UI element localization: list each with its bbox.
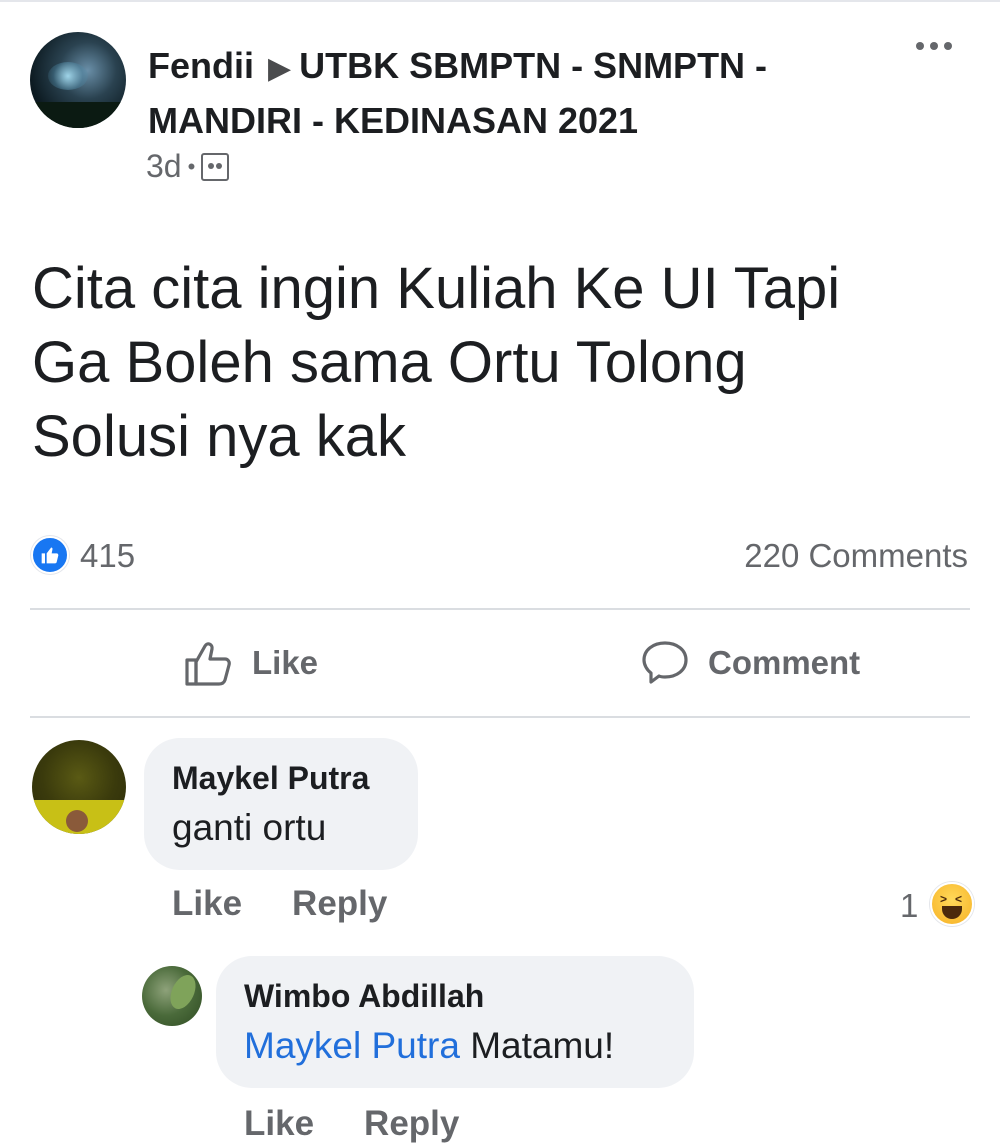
- post-text-line: Cita cita ingin Kuliah Ke UI Tapi: [32, 256, 841, 321]
- divider: [30, 608, 970, 610]
- mention-link[interactable]: Maykel Putra: [244, 1025, 460, 1066]
- like-button-label: Like: [252, 644, 319, 681]
- reply-author-avatar[interactable]: [142, 966, 202, 1026]
- arrow-right-icon: ▶: [268, 52, 292, 85]
- thumbs-up-icon: [185, 642, 231, 686]
- like-button[interactable]: Like: [184, 628, 318, 698]
- reaction-count[interactable]: 415: [80, 536, 135, 576]
- post-header: Fendii ▶ UTBK SBMPTN - SNMPTN - MANDIRI - …: [148, 40, 888, 147]
- comment-text: ganti ortu: [172, 807, 327, 848]
- reply-actions: Like Reply: [244, 1104, 459, 1144]
- dot: [930, 42, 938, 50]
- divider: [30, 716, 970, 718]
- haha-emoji-icon[interactable]: > <: [930, 882, 974, 926]
- reply-author[interactable]: Wimbo Abdillah: [244, 974, 666, 1018]
- like-reaction-icon[interactable]: [31, 536, 69, 574]
- dot: [944, 42, 952, 50]
- comment-bubble: Maykel Putra ganti ortu: [144, 738, 418, 870]
- group-privacy-icon: [201, 152, 230, 181]
- post-text: Cita cita ingin Kuliah Ke UI Tapi Ga Bol…: [32, 252, 952, 474]
- mouth: [942, 906, 962, 919]
- eye: <: [955, 892, 963, 906]
- reply-reply-button[interactable]: Reply: [364, 1104, 459, 1144]
- comment-author[interactable]: Maykel Putra: [172, 756, 390, 800]
- post-time[interactable]: 3d: [146, 148, 182, 185]
- reply-text-body: Matamu!: [470, 1025, 615, 1066]
- avatar-face: [66, 810, 88, 832]
- post-meta: 3d •: [146, 148, 230, 185]
- author-avatar[interactable]: [30, 32, 126, 128]
- reply-bubble: Wimbo Abdillah Maykel Putra Matamu!: [216, 956, 694, 1088]
- comments-count[interactable]: 220 Comments: [744, 536, 968, 576]
- reply-like-button[interactable]: Like: [244, 1104, 314, 1144]
- comment-reaction-count[interactable]: 1: [900, 886, 918, 926]
- comment-like-button[interactable]: Like: [172, 884, 242, 924]
- separator-dot: •: [187, 153, 196, 179]
- more-options-icon[interactable]: [916, 36, 956, 56]
- dot: [916, 42, 924, 50]
- top-border: [0, 0, 1000, 2]
- author-name[interactable]: Fendii: [148, 45, 254, 86]
- avatar-leaf: [165, 971, 201, 1013]
- eye: >: [940, 892, 948, 906]
- commenter-avatar[interactable]: [32, 740, 126, 834]
- avatar-glow: [48, 62, 88, 90]
- post-text-line: Ga Boleh sama Ortu Tolong: [32, 330, 747, 395]
- comment-button-label: Comment: [708, 644, 861, 681]
- comment-actions: Like Reply: [172, 884, 387, 924]
- reply-text: Maykel Putra Matamu!: [244, 1020, 666, 1072]
- comment-bubble-icon: [642, 641, 688, 684]
- avatar-base: [30, 102, 126, 128]
- comment-reply-button[interactable]: Reply: [292, 884, 387, 924]
- post-text-line: Solusi nya kak: [32, 404, 406, 469]
- comment-button[interactable]: Comment: [640, 628, 860, 698]
